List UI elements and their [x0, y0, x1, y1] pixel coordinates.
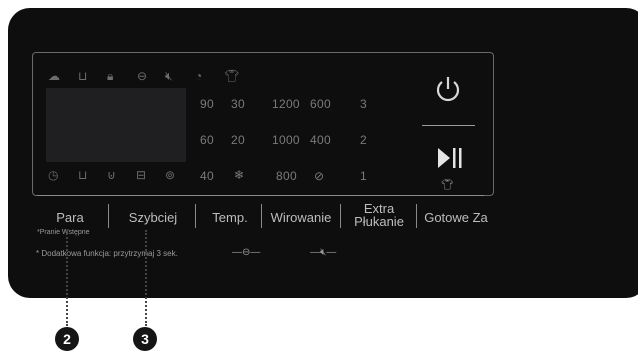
spin-value-1000: 1000 [272, 133, 300, 147]
tray-icon: ⊟ [136, 168, 147, 182]
extra-plukanie-button[interactable]: Extra Płukanie [346, 202, 412, 228]
tub-icon: ⊔ [78, 168, 88, 182]
tub-icon: ⊔ [78, 69, 88, 83]
separator [108, 204, 109, 228]
gotowe-label: Gotowe Za [424, 210, 488, 225]
button-row-line [37, 195, 484, 196]
spin-value-400: 400 [310, 133, 331, 147]
temp-value-90: 90 [200, 97, 214, 111]
separator [340, 204, 341, 228]
callout-line-3 [145, 230, 147, 326]
mute-icon: 🔇︎ [165, 69, 173, 83]
power-icon[interactable] [433, 74, 463, 104]
wirowanie-button[interactable]: Wirowanie [263, 210, 339, 225]
lock-icon: 🔒︎ [107, 69, 114, 83]
no-spin-icon: ⊘ [314, 169, 325, 183]
para-sublabel: *Pranie Wstępne [37, 229, 90, 236]
separator [261, 204, 262, 228]
spin-value-600: 600 [310, 97, 331, 111]
play-pause-icon[interactable] [435, 145, 465, 171]
temp-value-30: 30 [231, 97, 245, 111]
callout-badge-2: 2 [55, 327, 79, 351]
spin-value-800: 800 [276, 169, 297, 183]
steam-icon: ☁ [48, 69, 60, 83]
lcd-screen [46, 88, 186, 162]
temp-button[interactable]: Temp. [200, 210, 260, 225]
dry-icon: ◔ [195, 69, 203, 83]
combo-drum-indicator: —⊖— [232, 247, 261, 258]
extra-label-line2: Płukanie [354, 214, 404, 229]
para-button[interactable]: Para [45, 210, 95, 225]
separator [195, 204, 196, 228]
callout-badge-3: 3 [133, 327, 157, 351]
snowflake-icon: ❄ [234, 168, 245, 182]
footnote: * Dodatkowa funkcja: przytrzymaj 3 sek. [36, 249, 178, 258]
temp-label: Temp. [212, 210, 248, 225]
drum-icon: ⊖ [137, 69, 148, 83]
tub-double-icon: ⊍ [107, 168, 116, 182]
callout-line-2 [66, 230, 68, 326]
rinse-value-1: 1 [360, 169, 367, 183]
separator [416, 204, 417, 228]
rinse-value-2: 2 [360, 133, 367, 147]
rinse-value-3: 3 [360, 97, 367, 111]
clock-icon: ◷ [48, 168, 59, 182]
drum-clean-icon: ⊚ [165, 168, 176, 182]
temp-value-20: 20 [231, 133, 245, 147]
gotowe-za-button[interactable]: Gotowe Za [420, 210, 492, 225]
combo-mute-indicator: —🔇︎— [310, 247, 337, 258]
divider-line [422, 125, 475, 126]
szybciej-label: Szybciej [128, 210, 178, 225]
temp-value-40: 40 [200, 169, 214, 183]
shirt-icon: 👕︎ [441, 180, 454, 191]
para-label: Para [56, 210, 84, 225]
shirt-icon: 👕︎ [224, 69, 240, 83]
szybciej-button[interactable]: Szybciej [113, 210, 193, 225]
temp-value-60: 60 [200, 133, 214, 147]
wirowanie-label: Wirowanie [270, 210, 332, 225]
spin-value-1200: 1200 [272, 97, 300, 111]
